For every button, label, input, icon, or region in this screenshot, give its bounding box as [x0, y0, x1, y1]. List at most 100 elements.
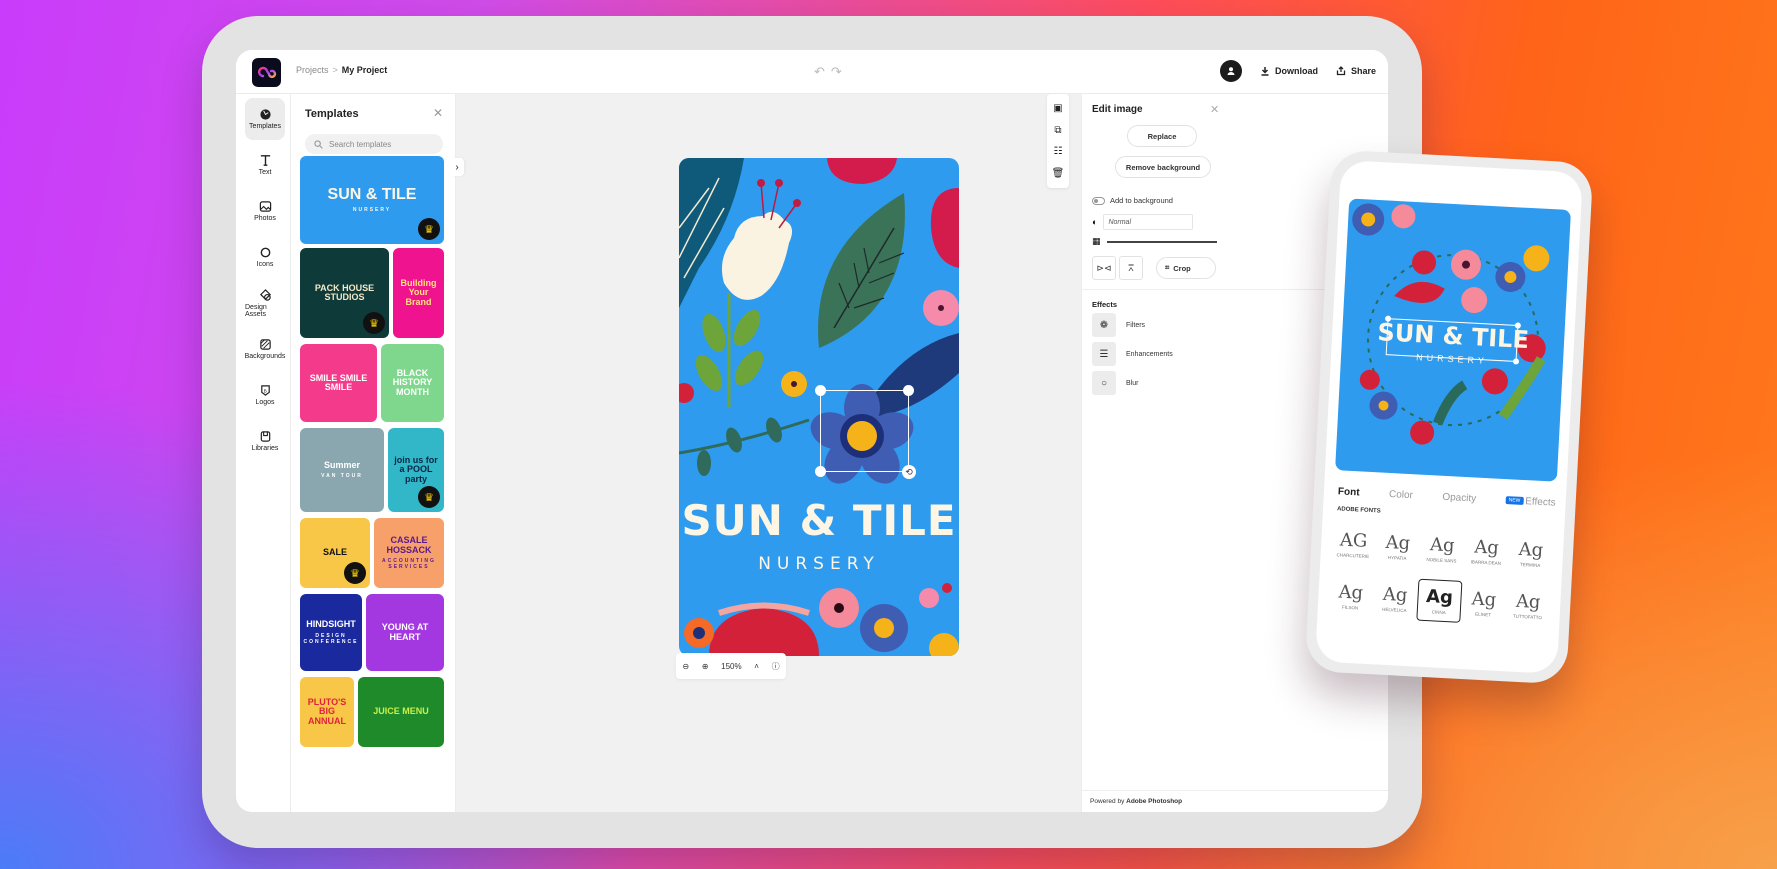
- rail-item-photos[interactable]: Photos: [245, 190, 285, 232]
- resize-handle[interactable]: [903, 385, 914, 396]
- rail-item-logos[interactable]: B Logos: [245, 374, 285, 416]
- rail-label: Backgrounds: [244, 353, 286, 360]
- font-option[interactable]: Ag Termina: [1507, 531, 1554, 575]
- download-label: Download: [1274, 66, 1318, 76]
- crop-icon: ⌗: [1165, 263, 1170, 272]
- rail-item-design-assets[interactable]: Design Assets: [245, 282, 285, 324]
- template-card-title: JUICE MENU: [373, 706, 429, 717]
- canvas-artboard[interactable]: SUN & TILE NURSERY ⟲: [679, 158, 959, 656]
- zoom-out-icon[interactable]: ⊖: [682, 662, 689, 671]
- opacity-row: ▦: [1092, 236, 1217, 247]
- rail-item-templates[interactable]: Templates: [245, 98, 285, 140]
- close-icon[interactable]: ✕: [1210, 103, 1219, 116]
- template-card-title: BLACK HISTORY MONTH: [392, 367, 433, 397]
- effect-blur[interactable]: ○ Blur: [1092, 371, 1138, 395]
- font-option[interactable]: Ag Ibarra Dean: [1463, 529, 1510, 573]
- zoom-controls: ⊖ ⊕ 150% ˄ ⓘ: [676, 653, 786, 679]
- search-field: [305, 134, 443, 154]
- rail-item-backgrounds[interactable]: Backgrounds: [245, 328, 285, 370]
- font-name: Termina: [1519, 561, 1541, 568]
- effect-filters[interactable]: ❁ Filters: [1092, 313, 1145, 337]
- redo-icon[interactable]: ↷: [831, 64, 842, 80]
- font-option[interactable]: Ag Helvelica: [1372, 576, 1419, 620]
- template-card[interactable]: PACK HOUSE STUDIOS ♛: [300, 248, 389, 338]
- share-button[interactable]: Share: [1336, 66, 1376, 76]
- template-card[interactable]: SALE ♛: [300, 518, 370, 588]
- template-card[interactable]: Building Your Brand: [393, 248, 444, 338]
- image-icon[interactable]: ▣: [1053, 103, 1062, 114]
- zoom-in-icon[interactable]: ⊕: [702, 662, 709, 671]
- template-card-title: YOUNG AT HEART: [381, 622, 429, 642]
- effect-enhancements[interactable]: ☰ Enhancements: [1092, 342, 1173, 366]
- template-card[interactable]: PLUTO'S BIG ANNUAL: [300, 677, 354, 747]
- font-option[interactable]: Ag Nobile Sans: [1419, 527, 1466, 571]
- add-to-background-row: Add to background: [1092, 196, 1173, 205]
- font-sample: AG: [1339, 529, 1368, 552]
- chevron-up-icon[interactable]: ˄: [754, 662, 759, 671]
- phone-tabs: Font Color Opacity NEW Effects: [1338, 486, 1556, 508]
- search-input[interactable]: [329, 139, 439, 149]
- flip-horizontal-button[interactable]: ⊳⊲: [1092, 256, 1116, 280]
- rotate-handle-icon[interactable]: ⟲: [902, 465, 916, 479]
- replace-button[interactable]: Replace: [1127, 125, 1197, 147]
- trash-icon[interactable]: 🗑: [1052, 168, 1065, 179]
- template-card[interactable]: HINDSIGHT DESIGN CONFERENCE: [300, 594, 362, 671]
- creative-cloud-logo-icon[interactable]: [252, 58, 281, 87]
- template-card[interactable]: join us for a POOL party ♛: [388, 428, 444, 512]
- font-option[interactable]: Ag Elinet: [1460, 581, 1507, 625]
- duplicate-icon[interactable]: ⧉: [1054, 125, 1061, 136]
- rail-label: Design Assets: [245, 303, 267, 318]
- font-option[interactable]: Ag Hypatia: [1374, 524, 1421, 568]
- template-card-title: PACK HOUSE STUDIOS: [314, 282, 375, 302]
- powered-by-footer: Powered by Adobe Photoshop: [1082, 790, 1388, 812]
- canvas-subtitle-text[interactable]: NURSERY: [679, 554, 959, 574]
- canvas-title-text[interactable]: SUN & TILE: [679, 496, 959, 545]
- collapse-panel-button[interactable]: ›: [450, 158, 464, 176]
- flip-vertical-button[interactable]: ⩞: [1119, 256, 1143, 280]
- remove-background-button[interactable]: Remove background: [1115, 156, 1211, 178]
- font-option[interactable]: Ag Filson: [1327, 574, 1374, 618]
- phone-artboard[interactable]: SUN & TILE NURSERY: [1335, 198, 1571, 482]
- undo-icon[interactable]: ↶: [814, 64, 825, 80]
- tab-color[interactable]: Color: [1389, 489, 1413, 501]
- info-icon[interactable]: ⓘ: [772, 661, 780, 672]
- font-option[interactable]: Ag Cinna: [1416, 578, 1463, 623]
- history-controls: ↶ ↷: [814, 64, 842, 80]
- resize-handle[interactable]: [815, 385, 826, 396]
- selection-box[interactable]: ⟲: [815, 385, 916, 479]
- blend-mode-select[interactable]: Normal: [1103, 214, 1194, 230]
- download-button[interactable]: Download: [1260, 66, 1318, 76]
- tab-opacity[interactable]: Opacity: [1442, 492, 1476, 505]
- app-window: Projects > My Project ↶ ↷ Download Share: [236, 50, 1388, 812]
- zoom-level[interactable]: 150%: [721, 662, 741, 671]
- rail-item-libraries[interactable]: Libraries: [245, 420, 285, 462]
- font-option[interactable]: AG Charcuterie: [1330, 522, 1377, 566]
- invite-user-button[interactable]: [1219, 60, 1242, 82]
- chevron-right-icon: ›: [455, 161, 459, 173]
- template-card[interactable]: SUN & TILE NURSERY ♛: [300, 156, 444, 244]
- template-card[interactable]: Summer VAN TOUR: [300, 428, 384, 512]
- template-card[interactable]: SMILE SMILE SMILE: [300, 344, 377, 422]
- tab-font[interactable]: Font: [1338, 486, 1360, 498]
- crop-button[interactable]: ⌗ Crop: [1156, 257, 1216, 279]
- template-card-subtitle: ACCOUNTING SERVICES: [382, 557, 436, 570]
- font-option[interactable]: Ag Tuttofatto: [1505, 583, 1552, 627]
- close-icon[interactable]: ✕: [433, 106, 443, 120]
- breadcrumb-projects-link[interactable]: Projects: [296, 65, 329, 75]
- template-card-title: SUN & TILE: [327, 186, 417, 204]
- rail-item-text[interactable]: Text: [245, 144, 285, 186]
- rail-label: Icons: [256, 261, 274, 268]
- adjust-icon[interactable]: ☷: [1054, 146, 1063, 157]
- add-to-background-toggle[interactable]: [1092, 196, 1105, 205]
- opacity-slider[interactable]: [1106, 240, 1217, 243]
- resize-handle[interactable]: [815, 466, 826, 477]
- template-card[interactable]: BLACK HISTORY MONTH: [381, 344, 444, 422]
- font-sample: Ag: [1473, 536, 1500, 559]
- tab-effects[interactable]: NEW Effects: [1505, 495, 1556, 509]
- share-icon: [1336, 66, 1346, 76]
- template-card[interactable]: CASALE HOSSACK ACCOUNTING SERVICES: [374, 518, 444, 588]
- rail-item-icons[interactable]: Icons: [245, 236, 285, 278]
- template-card[interactable]: YOUNG AT HEART: [366, 594, 444, 671]
- search-icon: [314, 139, 323, 149]
- template-card[interactable]: JUICE MENU: [358, 677, 444, 747]
